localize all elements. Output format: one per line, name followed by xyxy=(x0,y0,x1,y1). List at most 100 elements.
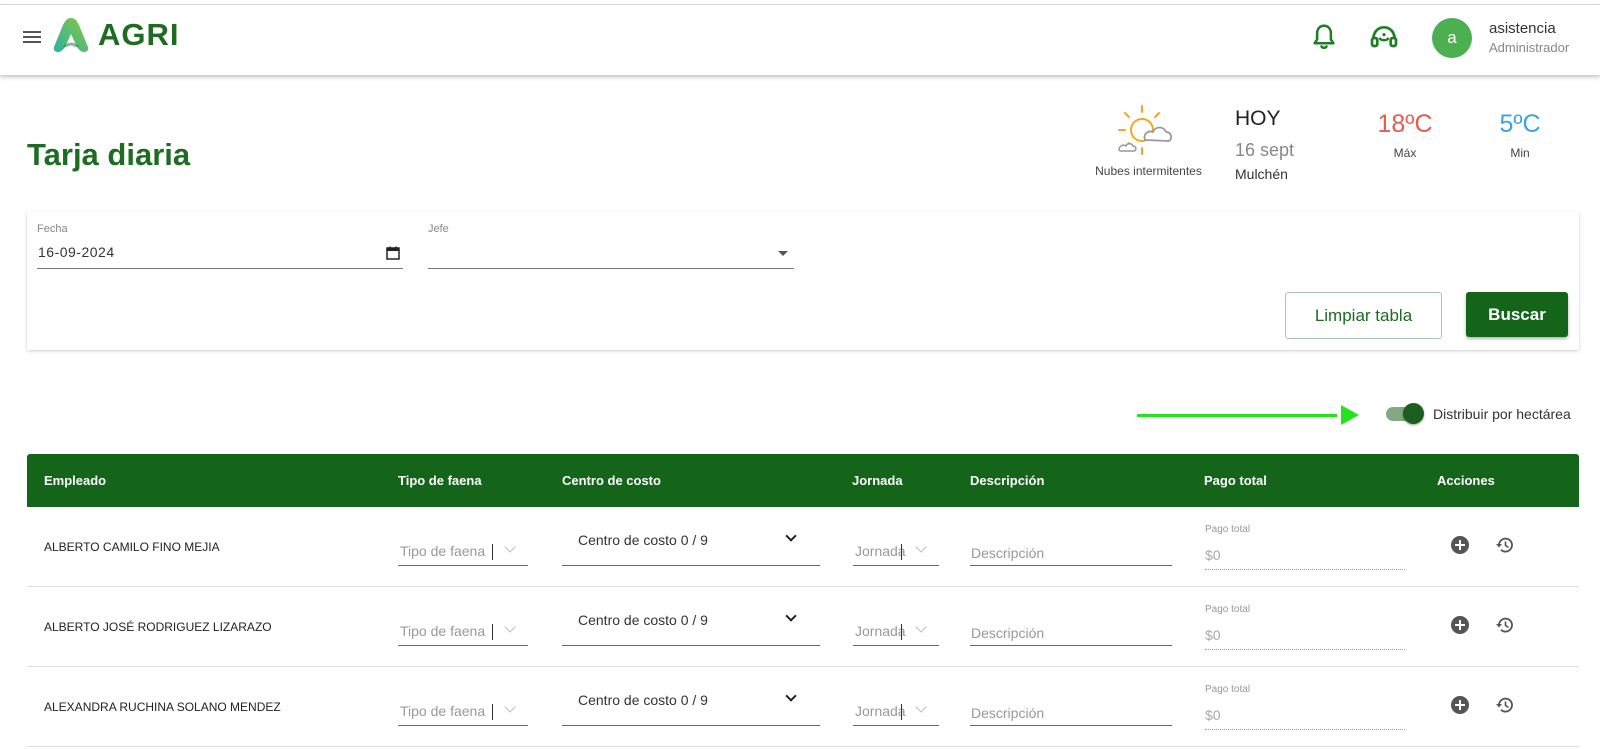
date-field[interactable]: 16-09-2024 xyxy=(37,238,403,268)
weather-description: Nubes intermitentes xyxy=(1095,164,1202,178)
bell-icon[interactable] xyxy=(1309,22,1339,52)
task-type-placeholder: Tipo de faena xyxy=(400,623,486,639)
task-type-select[interactable]: Tipo de faena xyxy=(398,697,528,725)
cost-center-underline xyxy=(562,645,820,646)
description-input[interactable]: Descripción xyxy=(970,697,1172,725)
distribute-toggle-thumb[interactable] xyxy=(1403,403,1424,424)
calendar-icon[interactable] xyxy=(386,246,400,260)
page-title: Tarja diaria xyxy=(27,137,191,172)
payment-value: $0 xyxy=(1205,707,1221,723)
employee-name: ALEXANDRA RUCHINA SOLANO MENDEZ xyxy=(44,700,281,714)
shift-select[interactable]: Jornada xyxy=(853,537,939,565)
text-caret xyxy=(492,544,493,560)
shift-select[interactable]: Jornada xyxy=(853,617,939,645)
cost-center-select[interactable]: Centro de costo 0 / 9 xyxy=(562,685,820,725)
annotation-arrow-head xyxy=(1341,405,1359,425)
boss-field-underline xyxy=(428,268,794,269)
app-header: AGRI a asistencia Administrador xyxy=(0,5,1600,75)
logo-icon xyxy=(53,18,89,52)
description-placeholder: Descripción xyxy=(971,705,1045,721)
shift-underline xyxy=(853,645,939,646)
employee-name: ALBERTO CAMILO FINO MEJIA xyxy=(44,540,220,554)
cost-center-value: Centro de costo 0 / 9 xyxy=(578,532,708,548)
table-row: ALEXANDRA RUCHINA SOLANO MENDEZ Tipo de … xyxy=(27,667,1579,747)
description-placeholder: Descripción xyxy=(971,545,1045,561)
date-field-underline xyxy=(37,268,403,269)
text-caret xyxy=(901,624,902,640)
search-button[interactable]: Buscar xyxy=(1466,292,1568,337)
date-field-value: 16-09-2024 xyxy=(38,244,115,260)
distribute-toggle-label: Distribuir por hectárea xyxy=(1433,406,1571,422)
table-row: ALBERTO CAMILO FINO MEJIA Tipo de faena … xyxy=(27,507,1579,587)
cost-center-value: Centro de costo 0 / 9 xyxy=(578,612,708,628)
cost-center-select[interactable]: Centro de costo 0 / 9 xyxy=(562,525,820,565)
col-task-type: Tipo de faena xyxy=(398,473,482,488)
menu-icon[interactable] xyxy=(23,31,41,45)
description-underline xyxy=(970,725,1172,726)
description-input[interactable]: Descripción xyxy=(970,537,1172,565)
payment-label: Pago total xyxy=(1205,524,1251,535)
weather-partly-cloudy-icon xyxy=(1118,105,1173,155)
payment-value: $0 xyxy=(1205,547,1221,563)
dropdown-arrow-icon xyxy=(778,251,788,256)
table-row: ALBERTO JOSÉ RODRIGUEZ LIZARAZO Tipo de … xyxy=(27,587,1579,667)
chevron-down-icon xyxy=(504,621,516,633)
cost-center-underline xyxy=(562,725,820,726)
payment-underline xyxy=(1205,649,1405,650)
text-caret xyxy=(901,704,902,720)
add-circle-icon[interactable] xyxy=(1451,696,1469,714)
logo[interactable]: AGRI xyxy=(53,15,180,55)
description-underline xyxy=(970,645,1172,646)
weather-location: Mulchén xyxy=(1235,166,1288,182)
weather-min-label: Min xyxy=(1510,146,1530,160)
payment-label: Pago total xyxy=(1205,604,1251,615)
task-type-underline xyxy=(398,565,528,566)
task-type-placeholder: Tipo de faena xyxy=(400,703,486,719)
weather-min-temp: 5ºC xyxy=(1499,110,1541,138)
col-description: Descripción xyxy=(970,473,1045,488)
shift-placeholder: Jornada xyxy=(855,543,906,559)
avatar[interactable]: a xyxy=(1432,18,1472,58)
payment-underline xyxy=(1205,729,1405,730)
chevron-down-icon xyxy=(915,541,927,553)
weather-day-label: HOY xyxy=(1235,107,1281,130)
col-actions: Acciones xyxy=(1437,473,1495,488)
task-type-placeholder: Tipo de faena xyxy=(400,543,486,559)
user-role: Administrador xyxy=(1489,40,1570,55)
task-type-select[interactable]: Tipo de faena xyxy=(398,537,528,565)
shift-underline xyxy=(853,565,939,566)
user-name: asistencia xyxy=(1489,20,1556,37)
text-caret xyxy=(901,544,902,560)
add-circle-icon[interactable] xyxy=(1451,536,1469,554)
chevron-down-icon xyxy=(504,701,516,713)
chevron-down-icon xyxy=(785,610,797,622)
text-caret xyxy=(492,624,493,640)
text-caret xyxy=(492,704,493,720)
filter-card: Fecha 16-09-2024 Jefe Limpiar tabla Busc… xyxy=(27,212,1579,350)
employee-name: ALBERTO JOSÉ RODRIGUEZ LIZARAZO xyxy=(44,620,272,634)
col-employee: Empleado xyxy=(44,473,107,488)
task-type-select[interactable]: Tipo de faena xyxy=(398,617,528,645)
chevron-down-icon xyxy=(915,621,927,633)
chevron-down-icon xyxy=(785,530,797,542)
task-type-underline xyxy=(398,725,528,726)
support-headset-icon[interactable] xyxy=(1368,22,1400,54)
shift-placeholder: Jornada xyxy=(855,703,906,719)
cost-center-select[interactable]: Centro de costo 0 / 9 xyxy=(562,605,820,645)
history-icon[interactable] xyxy=(1495,535,1515,555)
description-input[interactable]: Descripción xyxy=(970,617,1172,645)
col-cost-center: Centro de costo xyxy=(562,473,661,488)
description-underline xyxy=(970,565,1172,566)
clear-table-button[interactable]: Limpiar tabla xyxy=(1285,292,1442,339)
weather-max-temp: 18ºC xyxy=(1377,110,1433,138)
description-placeholder: Descripción xyxy=(971,625,1045,641)
shift-underline xyxy=(853,725,939,726)
history-icon[interactable] xyxy=(1495,695,1515,715)
shift-select[interactable]: Jornada xyxy=(853,697,939,725)
boss-select[interactable] xyxy=(428,238,794,268)
add-circle-icon[interactable] xyxy=(1451,616,1469,634)
history-icon[interactable] xyxy=(1495,615,1515,635)
cost-center-underline xyxy=(562,565,820,566)
task-type-underline xyxy=(398,645,528,646)
weather-max-label: Máx xyxy=(1393,146,1417,160)
